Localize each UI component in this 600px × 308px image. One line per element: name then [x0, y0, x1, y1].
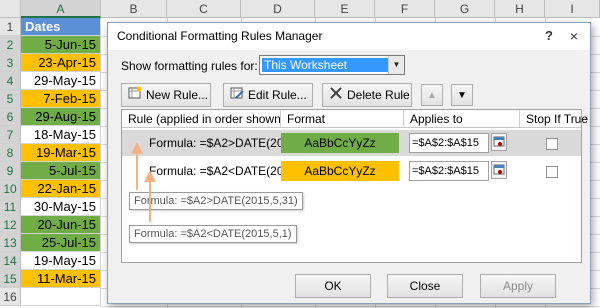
- new-rule-button[interactable]: New Rule...: [121, 83, 211, 107]
- row-header[interactable]: 7: [0, 126, 21, 144]
- close-button[interactable]: Close: [387, 274, 463, 298]
- move-up-button[interactable]: ▲: [421, 84, 443, 106]
- edit-rule-icon: [230, 85, 244, 107]
- move-down-button[interactable]: ▼: [451, 84, 473, 106]
- rule-formula: Formula: =$A2>DATE(20...: [149, 136, 294, 150]
- select-all-corner[interactable]: [0, 0, 21, 18]
- chevron-down-icon[interactable]: ▼: [388, 56, 404, 74]
- dialog-titlebar[interactable]: Conditional Formatting Rules Manager ? ×: [108, 23, 590, 50]
- column-header-i[interactable]: I: [545, 0, 600, 18]
- applies-to-input[interactable]: =$A$2:$A$15: [409, 133, 489, 153]
- date-cell[interactable]: 5-Jul-15: [21, 162, 101, 180]
- column-header-b[interactable]: B: [101, 0, 167, 18]
- row-header[interactable]: 5: [0, 90, 21, 108]
- column-header-g[interactable]: G: [435, 0, 495, 18]
- row-header[interactable]: 6: [0, 108, 21, 126]
- date-cell[interactable]: 19-Mar-15: [21, 144, 101, 162]
- stop-if-true-checkbox[interactable]: [546, 166, 558, 178]
- ok-button[interactable]: OK: [295, 274, 371, 298]
- new-rule-icon: [128, 85, 142, 107]
- row-header[interactable]: 9: [0, 162, 21, 180]
- date-cell[interactable]: 29-May-15: [21, 72, 101, 90]
- column-header-e[interactable]: E: [315, 0, 375, 18]
- date-cell[interactable]: 20-Jun-15: [21, 216, 101, 234]
- column-header-format: Format: [281, 110, 404, 128]
- rule-row[interactable]: Formula: =$A2<DATE(20... AaBbCcYyZz =$A$…: [122, 158, 581, 184]
- date-cell[interactable]: 19-May-15: [21, 252, 101, 270]
- row-header[interactable]: 12: [0, 216, 21, 234]
- row-header[interactable]: 8: [0, 144, 21, 162]
- column-header-d[interactable]: D: [241, 0, 315, 18]
- edit-rule-button[interactable]: Edit Rule...: [223, 83, 313, 107]
- date-cell[interactable]: 18-May-15: [21, 126, 101, 144]
- row-header[interactable]: 13: [0, 234, 21, 252]
- row-header[interactable]: 4: [0, 72, 21, 90]
- delete-x-icon: [329, 85, 343, 107]
- cf-rules-manager-dialog: Conditional Formatting Rules Manager ? ×…: [107, 22, 591, 304]
- arrow-down-icon: ▼: [457, 90, 467, 101]
- date-cell[interactable]: 5-Jun-15: [21, 36, 101, 54]
- column-header-a[interactable]: A: [21, 0, 101, 18]
- date-cell[interactable]: 11-Mar-15: [21, 270, 101, 288]
- range-picker-icon[interactable]: [491, 161, 507, 179]
- arrow-up-icon: ▲: [427, 90, 437, 101]
- delete-rule-label: Delete Rule: [347, 88, 410, 102]
- dialog-title: Conditional Formatting Rules Manager: [117, 29, 323, 43]
- delete-rule-button[interactable]: Delete Rule: [322, 83, 412, 107]
- close-icon[interactable]: ×: [563, 26, 585, 46]
- date-cell[interactable]: 30-May-15: [21, 198, 101, 216]
- date-cell[interactable]: 7-Feb-15: [21, 90, 101, 108]
- show-rules-dropdown[interactable]: This Worksheet ▼: [259, 55, 405, 75]
- row-header[interactable]: 2: [0, 36, 21, 54]
- date-cell[interactable]: 25-Jul-15: [21, 234, 101, 252]
- column-header-h[interactable]: H: [495, 0, 545, 18]
- date-cell[interactable]: 23-Apr-15: [21, 54, 101, 72]
- format-preview: AaBbCcYyZz: [281, 133, 399, 153]
- column-header-c[interactable]: C: [167, 0, 241, 18]
- applies-to-input[interactable]: =$A$2:$A$15: [409, 161, 489, 181]
- column-header-applies-to: Applies to: [404, 110, 520, 128]
- column-header-f[interactable]: F: [375, 0, 435, 18]
- format-preview: AaBbCcYyZz: [281, 161, 399, 181]
- column-header-rule: Rule (applied in order shown): [122, 110, 285, 128]
- stop-if-true-checkbox[interactable]: [546, 138, 558, 150]
- row-header[interactable]: 3: [0, 54, 21, 72]
- show-rules-value: This Worksheet: [262, 58, 388, 72]
- rule-formula: Formula: =$A2<DATE(20...: [149, 164, 294, 178]
- edit-rule-label: Edit Rule...: [248, 88, 307, 102]
- row-header[interactable]: 11: [0, 198, 21, 216]
- show-rules-label: Show formatting rules for:: [121, 59, 258, 73]
- help-icon[interactable]: ?: [538, 26, 560, 46]
- gridline: [101, 306, 600, 307]
- date-cell[interactable]: 22-Jan-15: [21, 180, 101, 198]
- rule-row[interactable]: Formula: =$A2>DATE(20... AaBbCcYyZz =$A$…: [122, 130, 581, 156]
- row-header[interactable]: 1: [0, 18, 21, 36]
- row-header[interactable]: 14: [0, 252, 21, 270]
- new-rule-label: New Rule...: [146, 88, 209, 102]
- date-cell[interactable]: 29-Aug-15: [21, 108, 101, 126]
- column-header-stop-if-true: Stop If True: [520, 110, 588, 128]
- row-header[interactable]: 10: [0, 180, 21, 198]
- row-header[interactable]: 16: [0, 288, 21, 306]
- row-header[interactable]: 15: [0, 270, 21, 288]
- empty-cell[interactable]: [21, 288, 101, 306]
- cell-a1-header[interactable]: Dates: [21, 18, 101, 36]
- formula-tooltip: Formula: =$A2>DATE(2015,5,31): [129, 192, 303, 210]
- formula-tooltip: Formula: =$A2<DATE(2015,5,1): [129, 225, 297, 243]
- apply-button[interactable]: Apply: [480, 274, 556, 298]
- range-picker-icon[interactable]: [491, 133, 507, 151]
